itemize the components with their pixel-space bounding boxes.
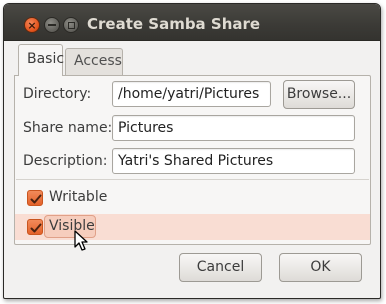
cancel-button[interactable]: Cancel [179, 253, 262, 282]
description-label: Description: [23, 153, 108, 169]
browse-button[interactable]: Browse... [283, 80, 355, 109]
writable-row[interactable]: Writable [15, 185, 370, 211]
mouse-cursor-icon [74, 230, 88, 251]
maximize-icon[interactable] [63, 17, 79, 33]
description-field[interactable]: Yatri's Shared Pictures [112, 148, 355, 174]
window-title: Create Samba Share [87, 15, 261, 33]
writable-checkbox[interactable] [27, 190, 43, 206]
directory-field[interactable]: /home/yatri/Pictures [112, 81, 271, 107]
separator [16, 179, 369, 180]
writable-label: Writable [49, 189, 108, 205]
tab-access[interactable]: Access [65, 48, 123, 75]
share-name-label: Share name: [23, 120, 113, 136]
ok-button[interactable]: OK [279, 253, 362, 282]
checkmark-icon [30, 194, 42, 204]
tab-basic[interactable]: Basic [18, 44, 64, 76]
visible-row[interactable]: Visible [15, 214, 370, 240]
visible-checkbox[interactable] [27, 219, 43, 235]
checkmark-icon [30, 223, 42, 233]
close-icon[interactable]: × [24, 17, 40, 33]
share-name-field[interactable]: Pictures [112, 115, 355, 141]
minimize-icon[interactable] [44, 17, 60, 33]
directory-label: Directory: [23, 86, 92, 102]
title-bar: × Create Samba Share [4, 4, 380, 41]
